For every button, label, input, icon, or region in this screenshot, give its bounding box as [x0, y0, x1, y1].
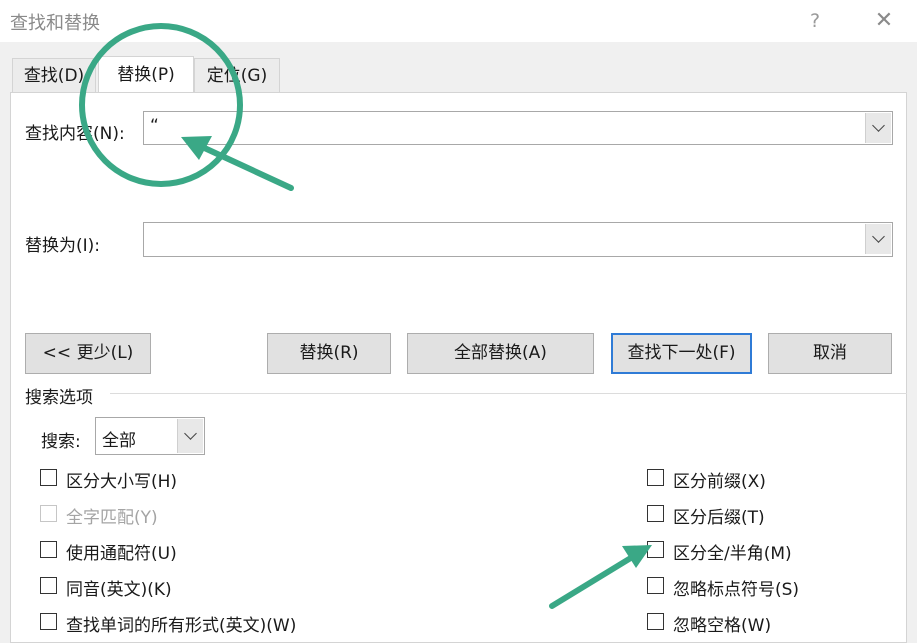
find-input[interactable]: “ [143, 111, 893, 145]
find-label: 查找内容(N): [25, 124, 125, 144]
section-divider [110, 393, 907, 394]
match-prefix-checkbox[interactable] [647, 469, 664, 486]
all-word-forms-label: 查找单词的所有形式(英文)(W) [66, 616, 297, 636]
replace-input[interactable] [143, 222, 893, 257]
chevron-down-icon [184, 427, 197, 440]
title-bar: 查找和替换 ? ✕ [0, 0, 917, 42]
find-next-button[interactable]: 查找下一处(F) [611, 333, 752, 374]
tab-replace[interactable]: 替换(P) [98, 56, 194, 92]
whole-word-label: 全字匹配(Y) [66, 508, 158, 528]
wildcards-label: 使用通配符(U) [66, 544, 177, 564]
help-button[interactable]: ? [800, 6, 830, 36]
replace-dropdown-button[interactable] [865, 224, 891, 254]
ignore-punctuation-label: 忽略标点符号(S) [673, 580, 800, 600]
wildcards-checkbox[interactable] [40, 541, 57, 558]
close-button[interactable]: ✕ [868, 6, 900, 36]
ignore-whitespace-checkbox[interactable] [647, 613, 664, 630]
search-direction-label: 搜索: [41, 432, 81, 452]
chevron-down-icon [872, 119, 885, 132]
ignore-punctuation-checkbox[interactable] [647, 577, 664, 594]
less-button[interactable]: << 更少(L) [25, 333, 151, 374]
all-word-forms-checkbox[interactable] [40, 613, 57, 630]
window-title: 查找和替换 [10, 13, 100, 34]
chevron-down-icon [872, 230, 885, 243]
find-dropdown-button[interactable] [865, 113, 891, 143]
tab-find[interactable]: 查找(D) [12, 58, 96, 92]
search-direction-dropdown[interactable] [177, 419, 203, 453]
replace-button[interactable]: 替换(R) [267, 333, 391, 374]
match-suffix-label: 区分后缀(T) [673, 508, 765, 528]
match-width-label: 区分全/半角(M) [673, 544, 792, 564]
match-prefix-label: 区分前缀(X) [673, 472, 766, 492]
match-case-checkbox[interactable] [40, 469, 57, 486]
match-width-checkbox[interactable] [647, 541, 664, 558]
tab-goto[interactable]: 定位(G) [194, 58, 280, 92]
ignore-whitespace-label: 忽略空格(W) [673, 616, 772, 636]
replace-label: 替换为(I): [25, 236, 101, 256]
cancel-button[interactable]: 取消 [768, 333, 892, 374]
match-case-label: 区分大小写(H) [66, 472, 178, 492]
sounds-like-label: 同音(英文)(K) [66, 580, 172, 600]
search-direction-select[interactable]: 全部 [95, 417, 205, 455]
find-input-value: “ [150, 116, 159, 136]
match-suffix-checkbox[interactable] [647, 505, 664, 522]
replace-all-button[interactable]: 全部替换(A) [407, 333, 594, 374]
search-direction-value: 全部 [102, 431, 136, 451]
sounds-like-checkbox[interactable] [40, 577, 57, 594]
search-options-heading: 搜索选项 [25, 388, 93, 408]
whole-word-checkbox [40, 505, 57, 522]
